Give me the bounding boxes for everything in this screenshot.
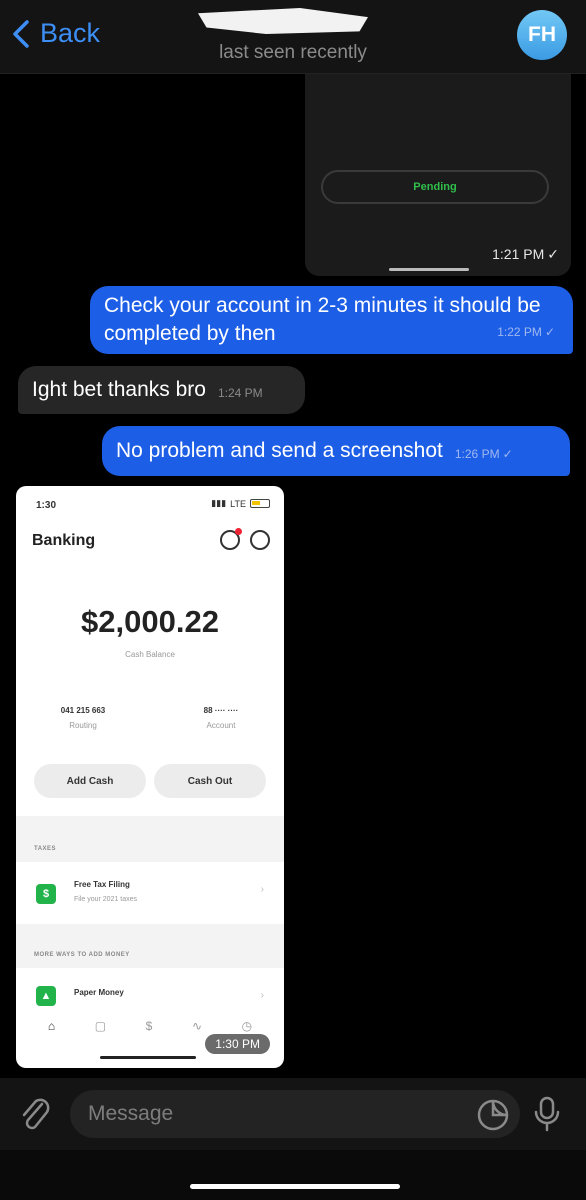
screenshot-image-message[interactable]: 1:30 ▮▮▮ LTE Banking $2,000.22 Cash Bala… — [16, 486, 284, 1068]
routing-label: Routing — [69, 721, 97, 730]
banking-header-icons — [220, 528, 270, 550]
dollar-tab-icon: $ — [145, 1019, 153, 1033]
more-ways-section-label: MORE WAYS TO ADD MONEY — [34, 952, 130, 958]
message-text: No problem and send a screenshot — [116, 439, 443, 462]
taxes-section-label: TAXES — [34, 846, 57, 852]
chevron-right-icon: › — [260, 884, 264, 895]
phone-status-time: 1:30 — [36, 500, 57, 511]
message-input[interactable]: Message — [70, 1090, 520, 1138]
read-check-icon: ✓ — [502, 447, 513, 461]
media-message-top[interactable]: Pending 1:21 PM ✓ — [305, 74, 571, 276]
message-time: 1:22 PM ✓ — [497, 318, 555, 346]
card-tab-icon: ▢ — [94, 1019, 107, 1033]
chat-header: Back last seen recently FH — [0, 0, 586, 74]
cash-out-button: Cash Out — [154, 764, 266, 798]
contact-status: last seen recently — [219, 42, 367, 63]
network-label: LTE — [230, 498, 246, 509]
phone-status-icons: ▮▮▮ LTE — [211, 498, 270, 509]
paper-money-icon: ▲ — [36, 986, 56, 1006]
banking-title: Banking — [32, 532, 96, 549]
read-check-icon: ✓ — [547, 246, 559, 262]
activity-icon — [220, 528, 242, 550]
tax-filing-title: Free Tax Filing — [74, 880, 130, 889]
tax-filing-icon: $ — [36, 884, 56, 904]
activity-tab-icon: ◷ — [241, 1019, 253, 1033]
battery-icon — [250, 499, 270, 508]
notification-dot — [235, 528, 242, 535]
signal-icon: ▮▮▮ — [211, 498, 227, 508]
profile-icon — [250, 530, 270, 550]
microphone-icon[interactable] — [532, 1094, 562, 1134]
paper-money-title: Paper Money — [74, 988, 124, 997]
incoming-message[interactable]: Ight bet thanks bro 1:24 PM — [18, 366, 305, 414]
section-divider — [16, 924, 284, 968]
section-divider — [16, 816, 284, 862]
home-indicator-bar — [389, 268, 469, 271]
message-text: Check your account in 2-3 minutes it sho… — [104, 294, 541, 345]
cash-balance-amount: $2,000.22 — [81, 604, 219, 639]
home-indicator-bar — [100, 1056, 196, 1059]
redacted-contact-name — [198, 8, 368, 34]
read-check-icon: ✓ — [544, 325, 555, 339]
attachment-icon[interactable] — [18, 1094, 52, 1134]
message-placeholder: Message — [88, 1102, 174, 1125]
add-cash-button: Add Cash — [34, 764, 146, 798]
routing-info: 041 215 663 Routing — [28, 706, 138, 730]
message-time: 1:24 PM — [217, 386, 263, 400]
account-label: Account — [206, 721, 236, 730]
cash-balance-label: Cash Balance — [125, 650, 175, 659]
account-info: 88 ···· ···· Account — [166, 706, 276, 730]
account-number: 88 ···· ···· — [203, 706, 239, 715]
home-tab-icon: ⌂ — [47, 1019, 56, 1033]
bottom-safe-area — [0, 1150, 586, 1200]
message-text: Ight bet thanks bro — [32, 378, 206, 401]
home-indicator-bar — [190, 1184, 400, 1189]
outgoing-message[interactable]: No problem and send a screenshot 1:26 PM… — [102, 426, 570, 476]
sticker-icon[interactable] — [476, 1098, 510, 1132]
tax-filing-subtitle: File your 2021 taxes — [74, 896, 138, 903]
investing-tab-icon: ∿ — [191, 1019, 203, 1033]
contact-avatar[interactable]: FH — [517, 10, 567, 60]
message-input-bar: Message — [0, 1078, 586, 1150]
message-time: 1:30 PM — [205, 1034, 270, 1054]
routing-number: 041 215 663 — [60, 706, 106, 715]
chevron-right-icon: › — [260, 990, 264, 1001]
pending-pill: Pending — [321, 170, 549, 204]
outgoing-message[interactable]: Check your account in 2-3 minutes it sho… — [90, 286, 573, 354]
message-time: 1:21 PM ✓ — [492, 246, 559, 262]
message-time: 1:26 PM ✓ — [455, 440, 513, 468]
